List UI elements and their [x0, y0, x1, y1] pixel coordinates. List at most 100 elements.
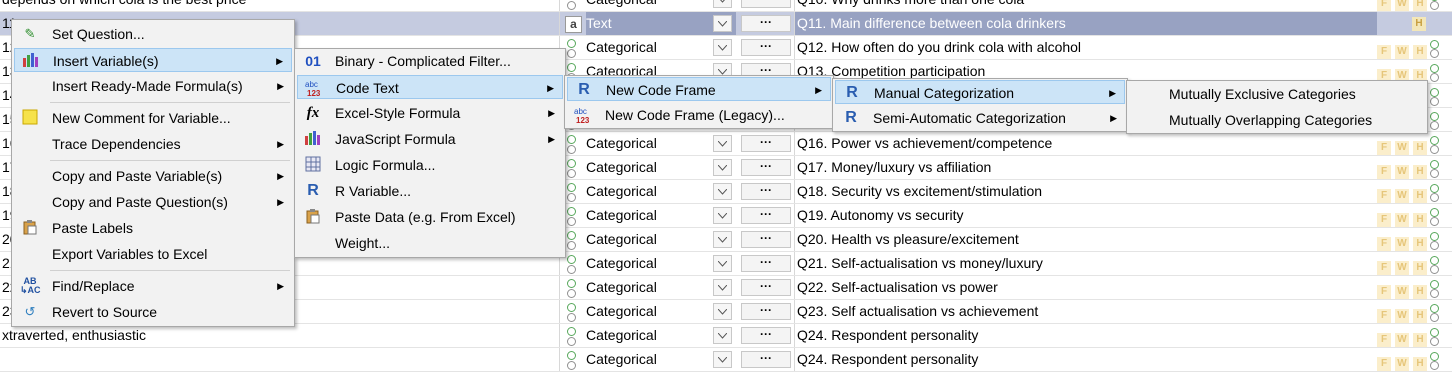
- menu-item-javascript-formula[interactable]: JavaScript Formula ▶: [297, 127, 563, 151]
- weight-flag[interactable]: W: [1395, 285, 1409, 299]
- filter-flag[interactable]: F: [1377, 141, 1391, 155]
- values-button[interactable]: ···: [741, 15, 791, 32]
- type-dropdown-button[interactable]: [713, 183, 732, 200]
- menu-item-semi-automatic-categorization[interactable]: R Semi-Automatic Categorization ▶: [835, 106, 1125, 130]
- menu-item-binary-filter[interactable]: 01 Binary - Complicated Filter...: [297, 49, 563, 73]
- type-dropdown-button[interactable]: [713, 255, 732, 272]
- type-dropdown-button[interactable]: [713, 207, 732, 224]
- weight-flag[interactable]: W: [1395, 309, 1409, 323]
- type-dropdown-button[interactable]: [713, 231, 732, 248]
- weight-flag[interactable]: W: [1395, 45, 1409, 59]
- table-row[interactable]: xtraverted, enthusiastic Categorical ··· Q2…: [0, 324, 1452, 348]
- weight-flag[interactable]: W: [1395, 189, 1409, 203]
- menu-item-paste-data[interactable]: Paste Data (e.g. From Excel): [297, 205, 563, 229]
- weight-flag[interactable]: W: [1395, 237, 1409, 251]
- menu-item-copy-paste-questions[interactable]: Copy and Paste Question(s) ▶: [14, 190, 292, 214]
- menu-item-weight[interactable]: Weight...: [297, 231, 563, 255]
- type-dropdown-button[interactable]: [713, 0, 732, 8]
- values-button[interactable]: ···: [741, 0, 791, 8]
- hidden-flag[interactable]: H: [1413, 237, 1427, 251]
- weight-flag[interactable]: W: [1395, 357, 1409, 371]
- filter-flag[interactable]: F: [1377, 333, 1391, 347]
- weight-flag[interactable]: W: [1395, 141, 1409, 155]
- hidden-flag[interactable]: H: [1413, 0, 1427, 11]
- filter-flag[interactable]: F: [1377, 213, 1391, 227]
- filter-flag[interactable]: F: [1377, 261, 1391, 275]
- question-name[interactable]: Q11. Main difference between cola drinke…: [794, 12, 1377, 35]
- table-row[interactable]: depends on which cola is the best priceC…: [0, 0, 1452, 12]
- values-button[interactable]: ···: [741, 255, 791, 272]
- menu-item-revert-to-source[interactable]: ↺ Revert to Source: [14, 300, 292, 324]
- weight-flag[interactable]: W: [1395, 165, 1409, 179]
- values-button[interactable]: ···: [741, 183, 791, 200]
- type-dropdown-button[interactable]: [713, 351, 732, 368]
- menu-item-paste-labels[interactable]: Paste Labels: [14, 216, 292, 240]
- hidden-flag[interactable]: H: [1413, 165, 1427, 179]
- filter-flag[interactable]: F: [1377, 0, 1391, 11]
- menu-item-code-text[interactable]: abc 123 Code Text ▶: [297, 75, 563, 99]
- menu-item-set-question[interactable]: ✎ Set Question...: [14, 22, 292, 46]
- question-name[interactable]: Q10. Why drinks more than one cola: [794, 0, 1377, 11]
- values-button[interactable]: ···: [741, 279, 791, 296]
- menu-item-trace-dependencies[interactable]: Trace Dependencies ▶: [14, 132, 292, 156]
- menu-item-r-variable[interactable]: R R Variable...: [297, 179, 563, 203]
- menu-item-manual-categorization[interactable]: R Manual Categorization ▶: [835, 80, 1125, 104]
- hidden-flag[interactable]: H: [1413, 261, 1427, 275]
- question-name[interactable]: Q12. How often do you drink cola with al…: [794, 36, 1377, 59]
- table-row[interactable]: Categorical ··· Q24. Respondent personalit…: [0, 348, 1452, 372]
- menu-item-copy-paste-variables[interactable]: Copy and Paste Variable(s) ▶: [14, 164, 292, 188]
- question-name[interactable]: Q16. Power vs achievement/competence: [794, 132, 1377, 155]
- menu-item-new-comment[interactable]: New Comment for Variable...: [14, 106, 292, 130]
- values-button[interactable]: ···: [741, 231, 791, 248]
- hidden-flag[interactable]: H: [1413, 285, 1427, 299]
- hidden-flag[interactable]: H: [1413, 45, 1427, 59]
- question-name[interactable]: Q19. Autonomy vs security: [794, 204, 1377, 227]
- type-dropdown-button[interactable]: [713, 159, 732, 176]
- hidden-flag[interactable]: H: [1412, 17, 1426, 31]
- values-button[interactable]: ···: [741, 39, 791, 56]
- hidden-flag[interactable]: H: [1413, 333, 1427, 347]
- menu-item-new-code-frame[interactable]: R New Code Frame ▶: [567, 77, 831, 101]
- filter-flag[interactable]: F: [1377, 309, 1391, 323]
- weight-flag[interactable]: W: [1395, 0, 1409, 11]
- values-button[interactable]: ···: [741, 303, 791, 320]
- menu-item-insert-ready-made-formulas[interactable]: Insert Ready-Made Formula(s) ▶: [14, 74, 292, 98]
- menu-item-mutually-overlapping[interactable]: Mutually Overlapping Categories: [1129, 108, 1425, 132]
- menu-item-insert-variables[interactable]: Insert Variable(s) ▶: [14, 48, 292, 72]
- weight-flag[interactable]: W: [1395, 333, 1409, 347]
- values-button[interactable]: ···: [741, 327, 791, 344]
- variable-label[interactable]: depends on which cola is the best price: [0, 0, 560, 11]
- hidden-flag[interactable]: H: [1413, 357, 1427, 371]
- menu-item-new-code-frame-legacy[interactable]: abc 123 New Code Frame (Legacy)...: [567, 103, 831, 127]
- weight-flag[interactable]: W: [1395, 213, 1409, 227]
- filter-flag[interactable]: F: [1377, 45, 1391, 59]
- type-dropdown-button[interactable]: [713, 303, 732, 320]
- type-dropdown-button[interactable]: [713, 279, 732, 296]
- filter-flag[interactable]: F: [1377, 285, 1391, 299]
- filter-flag[interactable]: F: [1377, 165, 1391, 179]
- type-dropdown-button[interactable]: [713, 39, 732, 56]
- hidden-flag[interactable]: H: [1413, 309, 1427, 323]
- type-dropdown-button[interactable]: [713, 15, 732, 32]
- values-button[interactable]: ···: [741, 135, 791, 152]
- menu-item-excel-formula[interactable]: fx Excel-Style Formula ▶: [297, 101, 563, 125]
- menu-item-mutually-exclusive[interactable]: Mutually Exclusive Categories: [1129, 82, 1425, 106]
- question-name[interactable]: Q22. Self-actualisation vs power: [794, 276, 1377, 299]
- values-button[interactable]: ···: [741, 207, 791, 224]
- hidden-flag[interactable]: H: [1413, 213, 1427, 227]
- values-button[interactable]: ···: [741, 159, 791, 176]
- type-dropdown-button[interactable]: [713, 135, 732, 152]
- question-name[interactable]: Q20. Health vs pleasure/excitement: [794, 228, 1377, 251]
- question-name[interactable]: Q18. Security vs excitement/stimulation: [794, 180, 1377, 203]
- menu-item-find-replace[interactable]: AB ↳AC Find/Replace ▶: [14, 274, 292, 298]
- values-button[interactable]: ···: [741, 351, 791, 368]
- variable-label[interactable]: [0, 348, 560, 371]
- filter-flag[interactable]: F: [1377, 357, 1391, 371]
- hidden-flag[interactable]: H: [1413, 189, 1427, 203]
- variable-label[interactable]: xtraverted, enthusiastic: [0, 324, 560, 347]
- filter-flag[interactable]: F: [1377, 189, 1391, 203]
- menu-item-logic-formula[interactable]: Logic Formula...: [297, 153, 563, 177]
- question-name[interactable]: Q17. Money/luxury vs affiliation: [794, 156, 1377, 179]
- hidden-flag[interactable]: H: [1413, 141, 1427, 155]
- question-name[interactable]: Q24. Respondent personality: [794, 324, 1377, 347]
